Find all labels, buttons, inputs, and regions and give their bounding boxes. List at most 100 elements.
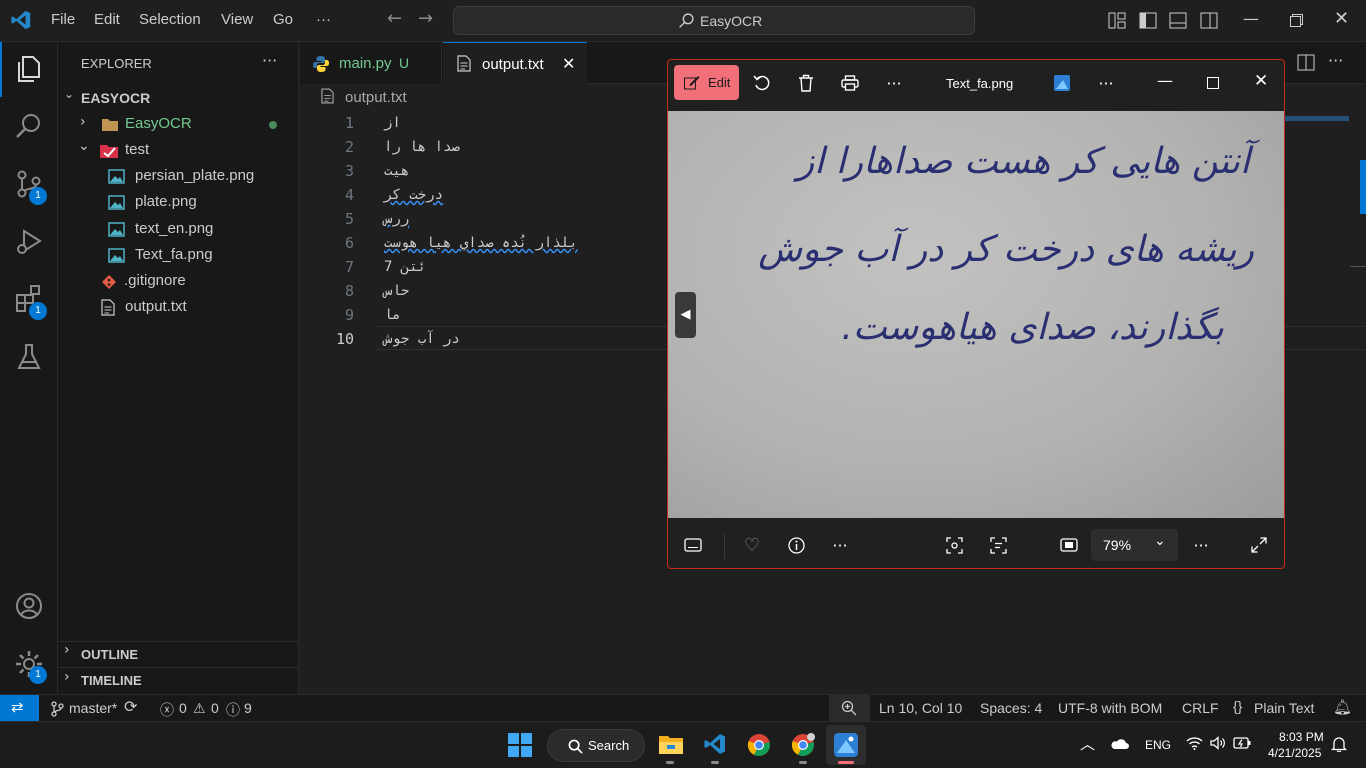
previous-image-button[interactable]: ◀ bbox=[675, 292, 696, 338]
menu-more[interactable]: ··· bbox=[316, 11, 331, 28]
tree-item-text-fa[interactable]: Text_fa.png bbox=[58, 243, 298, 269]
testing-flask-icon[interactable] bbox=[13, 341, 45, 373]
fullscreen-icon[interactable] bbox=[1243, 529, 1275, 561]
filmstrip-icon[interactable] bbox=[677, 529, 709, 561]
menu-go[interactable]: Go bbox=[273, 11, 293, 28]
rotate-icon[interactable] bbox=[746, 67, 778, 99]
maximize-icon[interactable] bbox=[1207, 77, 1219, 89]
error-count[interactable]: 0 bbox=[179, 700, 187, 716]
menu-edit[interactable]: Edit bbox=[94, 11, 120, 28]
remote-indicator[interactable]: ⇄ bbox=[0, 695, 39, 722]
tree-item-easyocr-folder[interactable]: › EasyOCR bbox=[58, 112, 298, 138]
forward-arrow-icon[interactable]: → bbox=[418, 8, 433, 29]
actual-size-icon[interactable] bbox=[1053, 529, 1085, 561]
file-encoding[interactable]: UTF-8 with BOM bbox=[1058, 700, 1162, 716]
zoom-dropdown[interactable]: 79% ⌄ bbox=[1091, 529, 1178, 561]
customize-layout-icon[interactable] bbox=[1108, 12, 1126, 29]
indentation[interactable]: Spaces: 4 bbox=[980, 700, 1042, 716]
menu-file[interactable]: File bbox=[51, 11, 75, 28]
zoom-status[interactable] bbox=[829, 695, 870, 722]
restore-icon[interactable] bbox=[1290, 14, 1303, 27]
chrome-icon[interactable] bbox=[747, 733, 771, 757]
end-of-line[interactable]: CRLF bbox=[1182, 700, 1219, 716]
more-options-icon[interactable]: ··· bbox=[1090, 67, 1122, 99]
info-count[interactable]: 9 bbox=[244, 700, 252, 716]
info-icon[interactable] bbox=[780, 529, 812, 561]
explorer-icon[interactable] bbox=[13, 53, 45, 85]
vscode-taskbar-icon[interactable] bbox=[703, 732, 727, 756]
scan-text-icon[interactable] bbox=[982, 529, 1014, 561]
explorer-more-actions[interactable]: ··· bbox=[262, 51, 277, 70]
search-view-icon[interactable] bbox=[13, 110, 45, 142]
sync-icon[interactable]: ⟳ bbox=[124, 697, 137, 717]
tree-item-persian-plate[interactable]: persian_plate.png bbox=[58, 164, 298, 190]
tree-item-text-en[interactable]: text_en.png bbox=[58, 217, 298, 243]
minimap-slider[interactable] bbox=[1285, 116, 1349, 121]
tab-output-txt[interactable]: output.txt ✕ bbox=[443, 42, 587, 84]
code-line[interactable]: صدا ها را bbox=[384, 139, 460, 155]
more-options-icon[interactable]: ··· bbox=[878, 67, 910, 99]
notifications-bell-icon[interactable]: 🔔︎ bbox=[1333, 698, 1352, 716]
outline-section[interactable]: OUTLINE bbox=[81, 647, 138, 662]
tree-item-plate[interactable]: plate.png bbox=[58, 190, 298, 216]
delete-icon[interactable] bbox=[790, 67, 822, 99]
onedrive-cloud-icon[interactable] bbox=[1110, 738, 1129, 750]
volume-icon[interactable] bbox=[1210, 736, 1226, 750]
warning-count[interactable]: 0 bbox=[211, 700, 219, 716]
windows-start-icon[interactable] bbox=[508, 733, 532, 757]
tree-item-gitignore[interactable]: .gitignore bbox=[58, 269, 298, 295]
minimize-icon[interactable]: — bbox=[1157, 71, 1173, 90]
split-editor-icon[interactable] bbox=[1297, 54, 1315, 71]
notification-bell-icon[interactable] bbox=[1331, 736, 1347, 752]
code-line[interactable]: بلذار نُدہ صداي هیا هوست bbox=[384, 235, 578, 251]
clock-time[interactable]: 8:03 PM bbox=[1279, 730, 1324, 744]
clock-date[interactable]: 4/21/2025 bbox=[1268, 746, 1321, 760]
timeline-section[interactable]: TIMELINE bbox=[81, 673, 142, 688]
close-tab-icon[interactable]: ✕ bbox=[562, 54, 575, 74]
menu-view[interactable]: View bbox=[221, 11, 253, 28]
battery-icon[interactable] bbox=[1233, 737, 1251, 749]
command-center-search[interactable]: EasyOCR bbox=[453, 6, 975, 35]
language-mode[interactable]: Plain Text bbox=[1254, 700, 1314, 716]
edit-button[interactable]: Edit bbox=[674, 65, 739, 100]
code-line[interactable]: ما bbox=[384, 307, 401, 323]
tree-item-output-txt[interactable]: output.txt bbox=[58, 295, 298, 321]
photos-taskbar-button[interactable] bbox=[826, 725, 866, 765]
run-debug-icon[interactable] bbox=[13, 225, 45, 257]
code-line[interactable]: ئتن 7 bbox=[384, 259, 426, 275]
tab-main-py[interactable]: main.py U bbox=[300, 42, 442, 84]
cursor-position[interactable]: Ln 10, Col 10 bbox=[879, 700, 962, 716]
chevron-up-icon[interactable]: ︿ bbox=[1080, 733, 1095, 754]
code-line[interactable]: حاس bbox=[384, 283, 409, 299]
toggle-primary-sidebar-icon[interactable] bbox=[1139, 12, 1157, 29]
visual-search-icon[interactable] bbox=[938, 529, 970, 561]
breadcrumb[interactable]: output.txt bbox=[345, 89, 407, 106]
tree-item-test-folder[interactable]: ⌄ test bbox=[58, 138, 298, 164]
close-icon[interactable]: ✕ bbox=[1254, 71, 1268, 91]
code-line[interactable]: هیت bbox=[384, 163, 409, 179]
close-window-icon[interactable]: ✕ bbox=[1334, 8, 1349, 29]
wifi-icon[interactable] bbox=[1186, 736, 1203, 750]
chrome-profile-icon[interactable] bbox=[791, 733, 815, 757]
code-line[interactable]: درخت کر bbox=[384, 187, 443, 203]
taskbar-search[interactable]: Search bbox=[547, 729, 645, 762]
editor-more-actions[interactable]: ··· bbox=[1328, 51, 1343, 70]
input-language[interactable]: ENG bbox=[1145, 738, 1171, 752]
workspace-root[interactable]: EASYOCR bbox=[81, 90, 150, 106]
more-options-icon[interactable]: ··· bbox=[1185, 529, 1217, 561]
chevron-down-icon[interactable]: ⌄ bbox=[64, 87, 74, 101]
toggle-panel-icon[interactable] bbox=[1169, 12, 1187, 29]
back-arrow-icon[interactable]: ← bbox=[387, 8, 402, 29]
favorite-heart-icon[interactable]: ♡ bbox=[736, 529, 768, 561]
minimize-icon[interactable]: — bbox=[1243, 9, 1259, 28]
code-line[interactable]: از bbox=[384, 115, 401, 131]
print-icon[interactable] bbox=[834, 67, 866, 99]
scrollbar-thumb[interactable] bbox=[1360, 160, 1366, 214]
file-explorer-icon[interactable] bbox=[658, 733, 684, 755]
menu-selection[interactable]: Selection bbox=[139, 11, 201, 28]
toggle-secondary-sidebar-icon[interactable] bbox=[1200, 12, 1218, 29]
git-branch[interactable]: master* bbox=[69, 700, 117, 716]
code-line[interactable]: ررس bbox=[384, 211, 409, 227]
accounts-icon[interactable] bbox=[13, 590, 45, 622]
more-options-icon[interactable]: ··· bbox=[824, 529, 856, 561]
